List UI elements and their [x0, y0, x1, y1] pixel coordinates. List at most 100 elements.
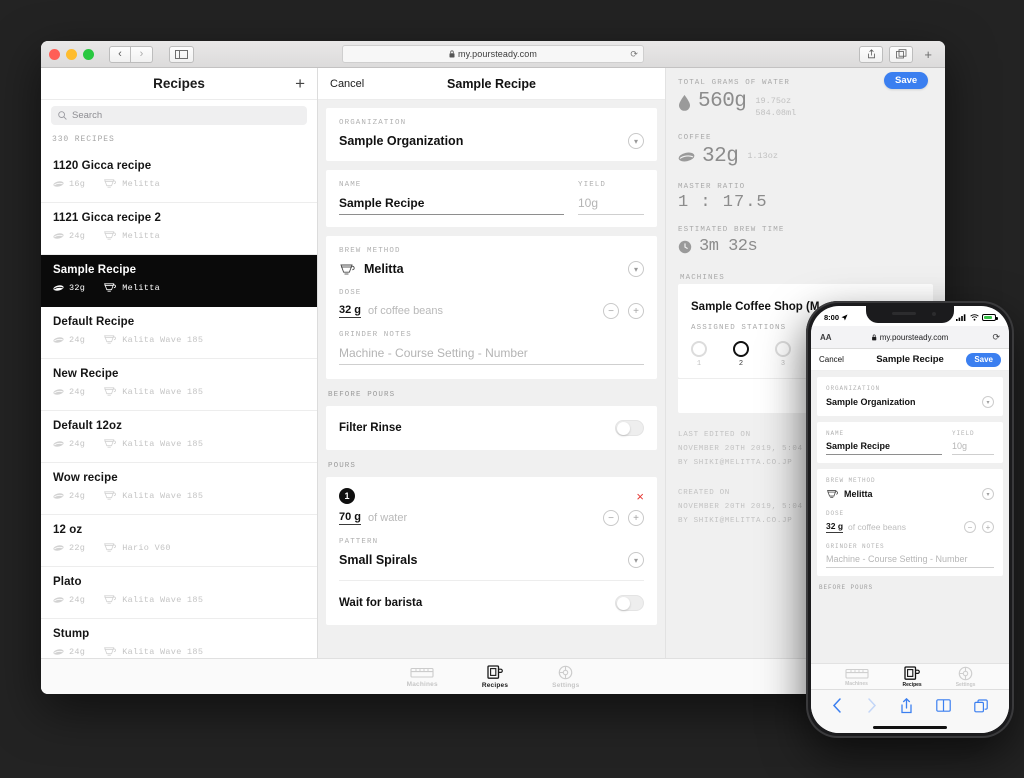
- list-item[interactable]: Default Recipe 24g Kalita Wave 185: [41, 307, 317, 359]
- station-option[interactable]: 1: [691, 341, 707, 368]
- new-tab-button[interactable]: +: [919, 47, 937, 62]
- detail-scroll-area[interactable]: ORGANIZATION Sample Organization ▾ NAME …: [318, 100, 665, 658]
- window-controls[interactable]: [49, 48, 94, 60]
- chevron-down-icon[interactable]: ▾: [628, 261, 644, 277]
- reload-icon[interactable]: ⟳: [992, 332, 1000, 343]
- address-bar[interactable]: my.poursteady.com ⟳: [342, 45, 644, 63]
- reload-icon[interactable]: ⟳: [630, 49, 638, 60]
- ios-dose-increment-button[interactable]: +: [982, 521, 994, 533]
- chevron-down-icon[interactable]: ▾: [982, 396, 994, 408]
- browser-titlebar: ‹ › my.poursteady.com ⟳ +: [41, 41, 945, 68]
- browser-nav-buttons[interactable]: ‹ ›: [109, 45, 153, 63]
- wait-for-barista-toggle[interactable]: [615, 595, 644, 611]
- recipe-dose: 24g: [53, 439, 85, 449]
- ios-yield-input[interactable]: 10g: [952, 441, 994, 455]
- list-item[interactable]: 1120 Gicca recipe 16g Melitta: [41, 151, 317, 203]
- ios-tab-recipes[interactable]: Recipes: [903, 665, 922, 688]
- recipe-name: 1120 Gicca recipe: [53, 160, 152, 172]
- back-icon[interactable]: ‹: [109, 45, 131, 63]
- forward-icon[interactable]: ›: [131, 45, 153, 63]
- recipe-list[interactable]: 1120 Gicca recipe 16g Melitta 1121 Gicca…: [41, 151, 317, 658]
- list-item[interactable]: New Recipe 24g Kalita Wave 185: [41, 359, 317, 411]
- water-ml: 584.08ml: [755, 108, 797, 119]
- ios-url[interactable]: my.poursteady.com: [872, 333, 948, 342]
- brew-card: BREW METHOD Melitta ▾ DOSE 32 g of coffe…: [326, 236, 657, 379]
- ios-grinder-input[interactable]: Machine - Course Setting - Number: [826, 554, 994, 568]
- station-number: 3: [780, 360, 786, 369]
- coffee-stat-row: 32g 1.13oz: [678, 145, 933, 169]
- ios-yield-label: YIELD: [952, 430, 975, 437]
- station-ring-icon: [775, 341, 791, 358]
- ios-cancel-button[interactable]: Cancel: [819, 355, 844, 364]
- water-drop-icon: [679, 94, 690, 111]
- pour-increment-button[interactable]: +: [628, 510, 644, 526]
- save-button[interactable]: Save: [884, 72, 929, 89]
- list-item[interactable]: Default 12oz 24g Kalita Wave 185: [41, 411, 317, 463]
- gear-icon: [958, 666, 973, 680]
- ios-save-button[interactable]: Save: [966, 352, 1001, 367]
- gear-icon: [558, 665, 573, 679]
- close-window-button[interactable]: [49, 48, 60, 60]
- ios-safari-toolbar[interactable]: [811, 689, 1009, 721]
- dripper-icon: [826, 490, 839, 498]
- station-option[interactable]: 2: [733, 341, 749, 368]
- chevron-down-icon[interactable]: ▾: [628, 133, 644, 149]
- brewtime-row: 3m 32s: [678, 237, 933, 257]
- recipe-dose: 24g: [53, 491, 85, 501]
- recipe-method: Hario V60: [103, 542, 171, 553]
- recipe-name: Plato: [53, 576, 82, 588]
- ios-app-header: Cancel Sample Recipe Save: [811, 349, 1009, 371]
- list-item[interactable]: 12 oz 22g Hario V60: [41, 515, 317, 567]
- ios-dose-decrement-button[interactable]: −: [964, 521, 976, 533]
- list-item[interactable]: Stump 24g Kalita Wave 185: [41, 619, 317, 658]
- cup-icon: [487, 664, 503, 679]
- recipe-method: Kalita Wave 185: [103, 594, 203, 605]
- screenshot-stage: ‹ › my.poursteady.com ⟳ + Recipes + Sear…: [0, 0, 1024, 778]
- minimize-window-button[interactable]: [66, 48, 77, 60]
- pour-decrement-button[interactable]: −: [603, 510, 619, 526]
- cancel-button[interactable]: Cancel: [330, 78, 364, 90]
- organization-value: Sample Organization: [339, 134, 464, 148]
- ios-dose-input[interactable]: 32 g: [826, 521, 844, 533]
- filter-rinse-toggle[interactable]: [615, 420, 644, 436]
- list-item[interactable]: Sample Recipe 32g Melitta: [41, 255, 317, 307]
- ios-name-input[interactable]: Sample Recipe: [826, 441, 942, 455]
- tabs-icon[interactable]: [889, 45, 914, 63]
- text-size-button[interactable]: AA: [820, 333, 832, 342]
- ios-content[interactable]: ORGANIZATION Sample Organization ▾ NAME …: [811, 371, 1009, 663]
- delete-pour-button[interactable]: ×: [636, 490, 644, 503]
- dose-increment-button[interactable]: +: [628, 303, 644, 319]
- dripper-icon: [104, 595, 117, 604]
- tab-recipes[interactable]: Recipes: [482, 664, 508, 689]
- add-recipe-button[interactable]: +: [295, 75, 305, 92]
- tab-machines[interactable]: Machines: [407, 665, 438, 688]
- tab-settings[interactable]: Settings: [552, 665, 579, 689]
- recipe-name: Default Recipe: [53, 316, 135, 328]
- dose-decrement-button[interactable]: −: [603, 303, 619, 319]
- chevron-down-icon[interactable]: ▾: [982, 488, 994, 500]
- list-item[interactable]: Wow recipe 24g Kalita Wave 185: [41, 463, 317, 515]
- ios-tab-machines[interactable]: Machines: [844, 666, 869, 687]
- clock-icon: [678, 240, 692, 253]
- pour-number-badge: 1: [339, 488, 355, 504]
- dose-input[interactable]: 32 g: [339, 304, 362, 318]
- zoom-window-button[interactable]: [83, 48, 94, 60]
- coffee-bean-icon: [53, 284, 64, 291]
- grinder-notes-input[interactable]: Machine - Course Setting - Number: [339, 346, 644, 365]
- ios-app-tab-bar[interactable]: Machines Recipes Settings: [811, 663, 1009, 689]
- coffee-bean-icon: [53, 232, 64, 239]
- list-item[interactable]: 1121 Gicca recipe 2 24g Melitta: [41, 203, 317, 255]
- pour-amount-input[interactable]: 70 g: [339, 511, 362, 525]
- ios-address-bar[interactable]: AA my.poursteady.com ⟳: [811, 326, 1009, 349]
- yield-input[interactable]: 10g: [578, 196, 644, 215]
- station-option[interactable]: 3: [775, 341, 791, 368]
- share-icon[interactable]: [859, 45, 884, 63]
- list-item[interactable]: Plato 24g Kalita Wave 185: [41, 567, 317, 619]
- chevron-down-icon[interactable]: ▾: [628, 552, 644, 568]
- name-input[interactable]: Sample Recipe: [339, 196, 564, 215]
- search-input[interactable]: Search: [51, 106, 307, 125]
- recipe-name: Wow recipe: [53, 472, 118, 484]
- sidebar-toggle-icon[interactable]: [169, 45, 194, 63]
- ios-tab-settings[interactable]: Settings: [956, 666, 975, 688]
- iphone-screen: 8:00 AA my.poursteady.com ⟳ Cancel Sampl…: [811, 306, 1009, 733]
